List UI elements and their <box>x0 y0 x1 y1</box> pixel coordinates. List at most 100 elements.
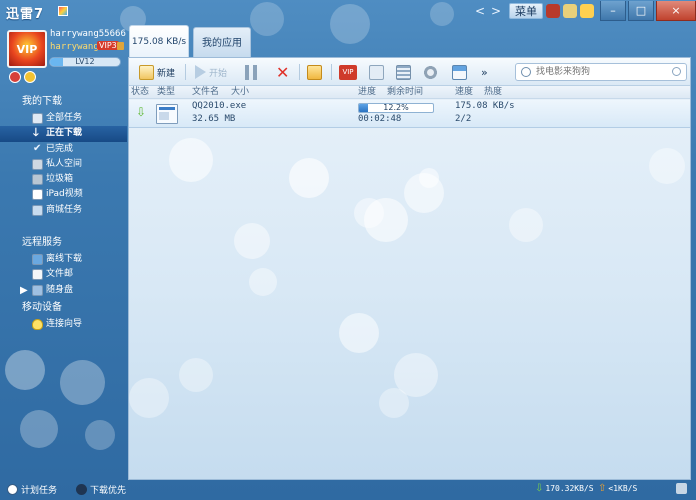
bokeh-decoration <box>509 208 543 242</box>
tab-my-apps[interactable]: 我的应用 <box>193 27 251 57</box>
expand-arrow-icon[interactable]: ▶ <box>20 283 28 298</box>
store-button[interactable] <box>452 63 467 81</box>
task-size: 32.65 MB <box>192 114 236 124</box>
bokeh-decoration <box>129 378 169 418</box>
maximize-button[interactable]: □ <box>628 1 654 21</box>
bokeh-decoration <box>419 168 439 188</box>
section-mobile[interactable]: 移动设备 <box>0 298 127 317</box>
bokeh-decoration <box>379 388 409 418</box>
forward-arrow-icon[interactable]: > <box>489 2 503 20</box>
details-button[interactable] <box>396 63 411 81</box>
open-folder-button[interactable] <box>307 63 322 81</box>
sidebar-item-downloading[interactable]: 🡓 正在下载 <box>0 126 127 142</box>
sidebar: 我的下载 全部任务 🡓 正在下载 ✔ 已完成 私人空间 垃圾箱 iPad视频 商… <box>0 92 127 332</box>
skin-icon[interactable] <box>546 4 560 18</box>
column-remaining[interactable]: 剩余时间 <box>387 86 423 99</box>
section-remote[interactable]: 远程服务 <box>0 233 127 252</box>
new-task-label: 新建 <box>157 68 176 79</box>
upload-speed-readout: ⇧ <1KB/S <box>598 483 637 494</box>
table-row[interactable]: ⇩ QQ2010.exe 32.65 MB 12.2% 00:02:48 175… <box>129 100 690 128</box>
sidebar-item-private[interactable]: 私人空间 <box>0 157 127 172</box>
level-bar: LV12 <box>49 57 121 67</box>
check-icon: ✔ <box>33 142 42 154</box>
trash-icon <box>32 174 43 186</box>
exe-file-icon <box>156 104 178 124</box>
menu-button[interactable]: 菜单 <box>509 3 543 19</box>
toolbar-separator <box>185 64 186 80</box>
search-input[interactable] <box>536 65 666 79</box>
status-bar: 计划任务 下载优先 ⇩ 170.32KB/S ⇧ <1KB/S <box>0 480 696 500</box>
bokeh-decoration <box>20 410 58 448</box>
priority-button[interactable]: 下载优先 <box>76 483 126 496</box>
column-filename[interactable]: 文件名 <box>192 86 219 99</box>
section-my-downloads[interactable]: 我的下载 <box>0 92 127 111</box>
pause-button[interactable] <box>245 63 257 81</box>
vip-icon[interactable] <box>563 4 577 18</box>
column-size[interactable]: 大小 <box>231 86 249 99</box>
download-priority-icon <box>76 484 87 495</box>
schedule-button[interactable]: 计划任务 <box>7 483 57 496</box>
bokeh-decoration <box>289 158 329 198</box>
more-button[interactable]: » <box>478 63 488 81</box>
bokeh-decoration <box>234 223 270 259</box>
bokeh-decoration <box>169 138 213 182</box>
down-arrow-icon: 🡓 <box>33 126 39 140</box>
sidebar-item-trash[interactable]: 垃圾箱 <box>0 172 127 187</box>
title-controls: < > 菜单 – □ × <box>471 0 696 22</box>
close-button[interactable]: × <box>656 1 696 21</box>
sidebar-item-file-mail[interactable]: 文件邮 <box>0 267 127 282</box>
download-status-icon: ⇩ <box>136 105 147 119</box>
back-arrow-icon[interactable]: < <box>473 2 487 20</box>
coin-icon[interactable] <box>24 71 36 83</box>
settings-button[interactable] <box>423 63 438 81</box>
sidebar-item-label: 私人空间 <box>46 158 83 169</box>
column-progress[interactable]: 进度 <box>358 86 376 99</box>
start-button[interactable]: 开始 <box>195 63 227 81</box>
list-box-icon <box>369 64 384 80</box>
sidebar-item-all-tasks[interactable]: 全部任务 <box>0 111 127 126</box>
task-list-button[interactable] <box>369 63 384 81</box>
avatar[interactable]: VIP <box>7 30 47 68</box>
task-heat: 2/2 <box>455 114 472 124</box>
search-go-icon[interactable] <box>672 67 681 76</box>
column-type[interactable]: 类型 <box>157 86 175 99</box>
sidebar-item-disk[interactable]: ▶ 随身盘 <box>0 283 127 298</box>
bin-icon <box>676 483 687 494</box>
username[interactable]: harrywang55666 <box>50 29 126 39</box>
vip-icon: VIP <box>339 64 357 80</box>
message-icon[interactable] <box>580 4 594 18</box>
trash-bottom-icon[interactable] <box>676 483 690 494</box>
new-task-button[interactable]: 新建 <box>139 63 175 81</box>
minimize-button[interactable]: – <box>600 1 626 21</box>
vip-button[interactable]: VIP <box>339 63 357 81</box>
folder-icon <box>307 64 322 80</box>
sidebar-item-connect-guide[interactable]: 连接向导 <box>0 317 127 332</box>
ipad-icon <box>32 189 43 201</box>
play-icon <box>195 65 206 79</box>
medal-icon[interactable] <box>9 71 21 83</box>
column-status[interactable]: 状态 <box>131 86 149 99</box>
column-speed[interactable]: 速度 <box>455 86 473 99</box>
search-icon <box>521 67 531 77</box>
delete-button[interactable]: ✕ <box>276 63 291 81</box>
clock-icon <box>7 484 18 495</box>
sidebar-item-shop[interactable]: 商城任务 <box>0 203 127 218</box>
bokeh-decoration <box>404 173 444 213</box>
search-box[interactable] <box>515 63 687 81</box>
new-task-icon <box>139 64 154 80</box>
nickname: harrywang <box>50 42 99 52</box>
sidebar-item-offline[interactable]: 离线下载 <box>0 252 127 267</box>
column-heat[interactable]: 热度 <box>484 86 502 99</box>
more-chevron-icon: » <box>481 65 488 79</box>
sidebar-item-ipad-video[interactable]: iPad视频 <box>0 187 127 202</box>
sidebar-item-completed[interactable]: ✔ 已完成 <box>0 142 127 157</box>
up-speed-icon: ⇧ <box>598 483 607 494</box>
title-bar[interactable]: 迅雷7 < > 菜单 – □ × <box>0 0 696 24</box>
bulb-icon <box>32 318 43 330</box>
sidebar-item-label: iPad视频 <box>46 189 83 200</box>
bokeh-decoration <box>649 148 685 184</box>
tab-downloads-speed[interactable]: 175.08 KB/s <box>129 25 189 57</box>
page-icon <box>32 113 43 124</box>
up-speed-value: <1KB/S <box>608 484 638 493</box>
vip-badge[interactable]: VIP3 <box>97 41 119 50</box>
